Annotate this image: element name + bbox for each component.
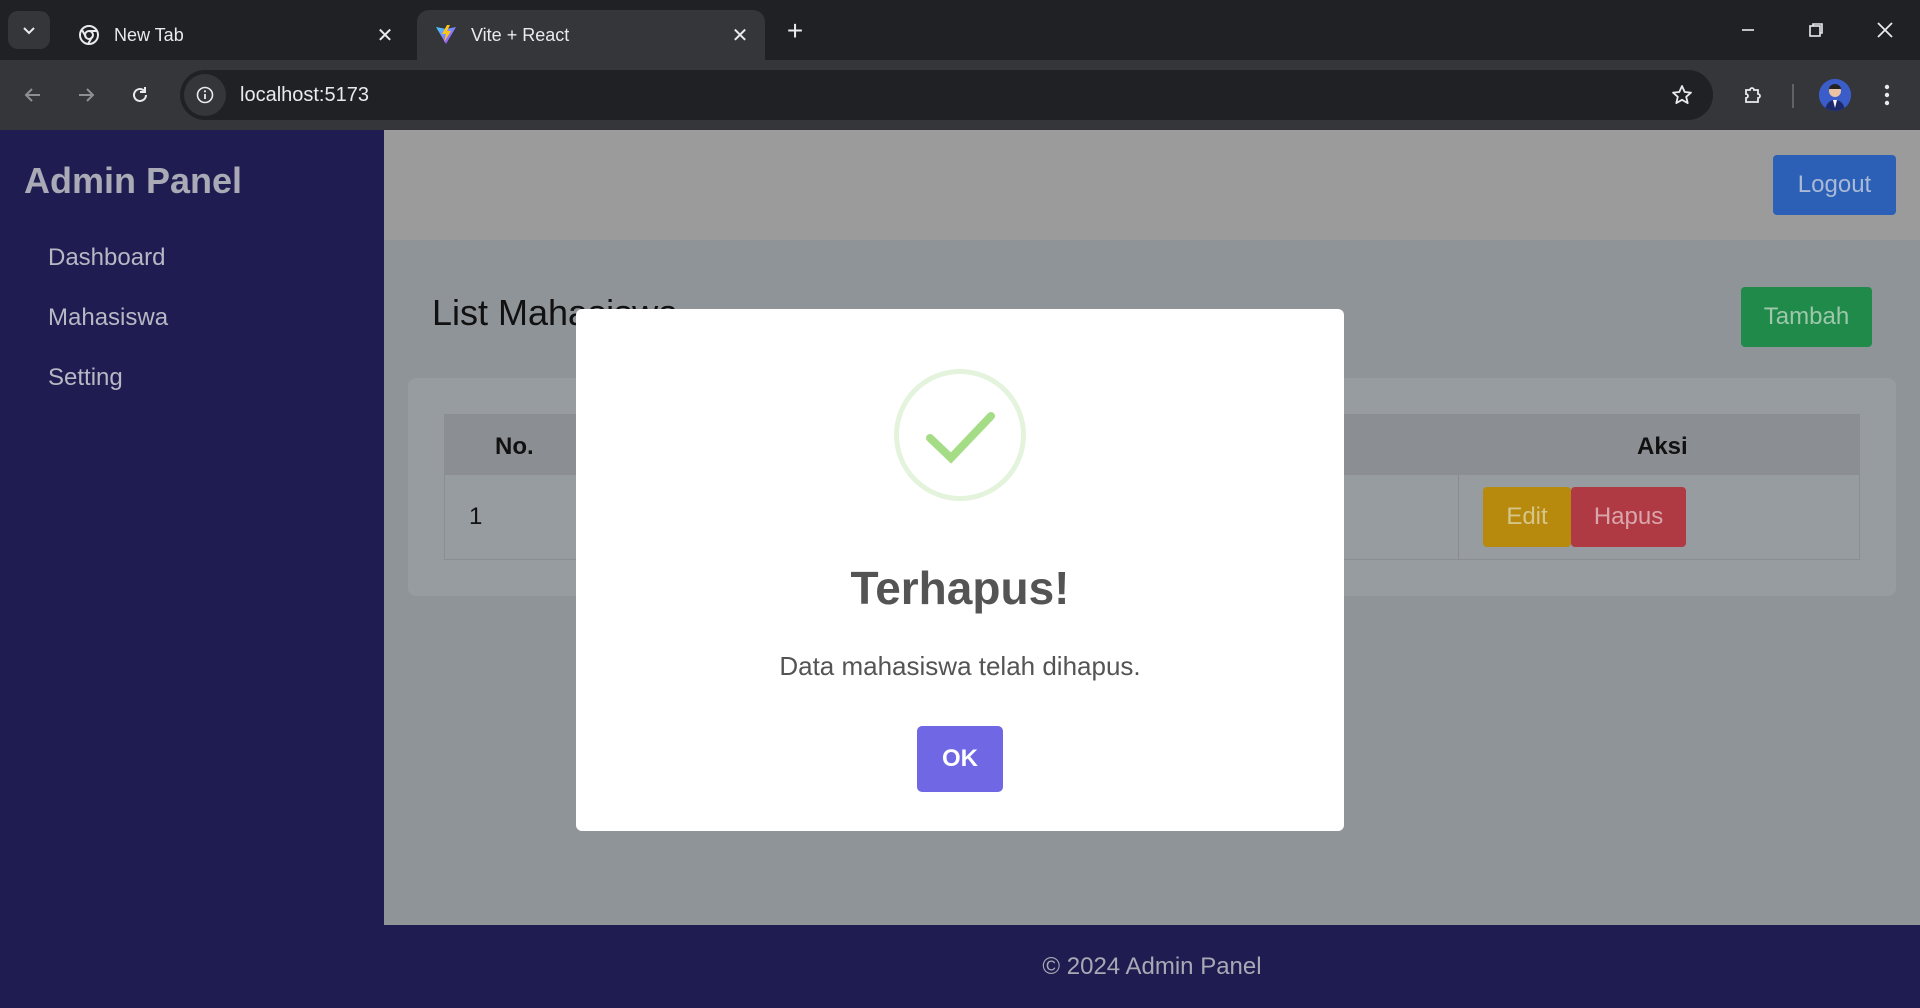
footer-text: © 2024 Admin Panel <box>1042 953 1262 980</box>
sidebar: Admin Panel Dashboard Mahasiswa Setting <box>0 130 384 925</box>
menu-button[interactable] <box>1866 74 1908 116</box>
logout-button[interactable]: Logout <box>1773 155 1896 215</box>
close-window-button[interactable] <box>1857 8 1913 52</box>
chevron-down-icon <box>23 27 35 35</box>
dialog-title: Terhapus! <box>850 562 1070 614</box>
toolbar-divider <box>1792 84 1794 108</box>
browser-tabstrip: New Tab ✕ Vite + React ✕ + <box>0 0 1920 60</box>
delete-button[interactable]: Hapus <box>1571 487 1686 547</box>
url-text[interactable]: localhost:5173 <box>240 84 369 107</box>
bookmark-star-icon[interactable] <box>1667 80 1697 110</box>
reload-icon <box>133 87 147 102</box>
more-vert-icon <box>1884 84 1890 106</box>
topbar: Logout <box>384 130 1920 240</box>
footer: © 2024 Admin Panel <box>0 925 1920 1008</box>
sidebar-item-dashboard[interactable]: Dashboard <box>48 244 165 272</box>
close-icon[interactable]: ✕ <box>727 22 753 48</box>
column-divider <box>1458 475 1459 559</box>
close-icon <box>1877 22 1893 38</box>
vite-icon <box>435 24 457 46</box>
back-button[interactable] <box>12 74 54 116</box>
sidebar-item-setting[interactable]: Setting <box>48 364 123 392</box>
extensions-button[interactable] <box>1732 74 1774 116</box>
success-dialog: Terhapus! Data mahasiswa telah dihapus. … <box>576 309 1344 831</box>
restore-button[interactable] <box>1788 8 1844 52</box>
tab-vite-react[interactable]: Vite + React ✕ <box>417 10 765 60</box>
reload-button[interactable] <box>119 74 161 116</box>
close-icon[interactable]: ✕ <box>372 22 398 48</box>
new-tab-button[interactable]: + <box>778 14 812 48</box>
ok-button[interactable]: OK <box>917 726 1003 792</box>
brand-title: Admin Panel <box>24 160 243 201</box>
puzzle-icon <box>1745 87 1761 103</box>
edit-button[interactable]: Edit <box>1483 487 1571 547</box>
minimize-icon <box>1742 29 1754 31</box>
forward-button[interactable] <box>65 74 107 116</box>
add-button[interactable]: Tambah <box>1741 287 1872 347</box>
site-info-icon[interactable] <box>184 74 226 116</box>
tab-title: New Tab <box>114 24 184 45</box>
profile-avatar[interactable] <box>1819 79 1851 111</box>
column-header-no: No. <box>495 433 534 460</box>
success-check-icon <box>894 369 1026 501</box>
restore-icon <box>1809 23 1823 37</box>
minimize-button[interactable] <box>1720 8 1776 52</box>
tab-new-tab[interactable]: New Tab ✕ <box>60 10 410 60</box>
address-bar[interactable]: localhost:5173 <box>180 70 1713 120</box>
arrow-right-icon <box>79 88 95 102</box>
tab-search-button[interactable] <box>8 11 50 49</box>
column-header-aksi: Aksi <box>1637 433 1688 460</box>
sidebar-item-mahasiswa[interactable]: Mahasiswa <box>48 304 168 332</box>
chrome-icon <box>78 24 100 46</box>
dialog-message: Data mahasiswa telah dihapus. <box>779 651 1141 681</box>
browser-toolbar: localhost:5173 <box>0 60 1920 130</box>
row-number: 1 <box>469 503 483 530</box>
arrow-left-icon <box>24 88 40 102</box>
tab-title: Vite + React <box>471 24 570 45</box>
